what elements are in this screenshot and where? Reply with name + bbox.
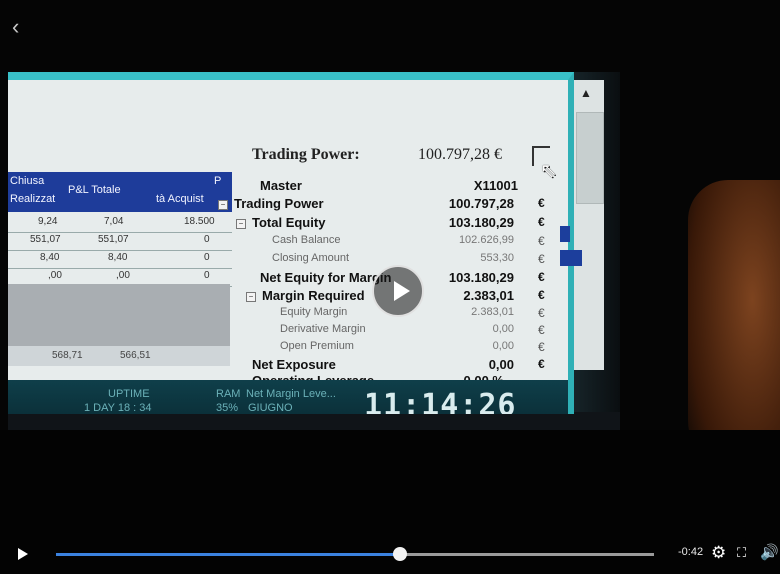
window-edge — [560, 250, 582, 266]
header-chiusa: Chiusa — [10, 175, 45, 187]
table-totals-row: 568,71 566,51 — [8, 346, 230, 366]
time-remaining: -0:42 — [678, 546, 704, 558]
total-equity-label: Total Equity — [252, 215, 326, 230]
closing-amount-label: Closing Amount — [272, 252, 350, 264]
total-cell: 566,51 — [120, 350, 151, 361]
cell: 8,40 — [40, 252, 60, 263]
collapse-toggle[interactable]: − — [218, 200, 228, 210]
scroll-thumb[interactable] — [576, 112, 604, 204]
system-taskbar: UPTIME 1 DAY 18 : 34 RAM 35% Net Margin … — [8, 380, 568, 414]
uptime-label: UPTIME — [108, 388, 150, 400]
fullscreen-icon[interactable]: ⛶ — [737, 545, 746, 561]
cell: 551,07 — [98, 234, 129, 245]
cell: 7,04 — [104, 216, 124, 227]
currency: € — [538, 340, 545, 354]
cash-balance-value: 102.626,99 — [458, 234, 514, 246]
cell: 9,24 — [38, 216, 58, 227]
currency: € — [538, 196, 545, 210]
currency: € — [538, 215, 545, 229]
open-premium-value: 0,00 — [492, 340, 514, 352]
date-label: GIUGNO — [248, 402, 293, 414]
progress-bar[interactable] — [56, 547, 654, 561]
progress-fill — [56, 553, 400, 556]
trading-power-row-label: Trading Power — [234, 196, 324, 211]
header-pl-totale: P&L Totale — [68, 184, 121, 196]
mouse-cursor-icon: ⇖ — [540, 160, 557, 182]
video-player: ‹ Chiusa Realizzat P&L Totale P tà Acqui… — [0, 0, 780, 574]
table-row[interactable]: 9,24 7,04 18.500 — [8, 214, 232, 233]
currency: € — [538, 288, 545, 302]
cell: 0 — [204, 252, 210, 263]
clock: 11:14:26 — [364, 388, 517, 414]
cash-balance-label: Cash Balance — [272, 234, 341, 246]
scroll-up-icon[interactable]: ▲ — [580, 86, 592, 100]
closing-amount-value: 553,30 — [480, 252, 514, 264]
open-premium-label: Open Premium — [280, 340, 354, 352]
table-header: Chiusa Realizzat P&L Totale P tà Acquist — [8, 172, 232, 212]
gear-icon[interactable]: ⚙ — [711, 543, 726, 563]
cell: 8,40 — [108, 252, 128, 263]
currency: € — [538, 306, 545, 320]
chevron-left-icon[interactable]: ‹ — [12, 16, 19, 38]
margin-required-label: Margin Required — [262, 288, 365, 303]
progress-knob[interactable] — [392, 547, 407, 561]
derivative-margin-value: 0,00 — [492, 323, 514, 335]
collapse-toggle[interactable]: − — [246, 292, 256, 302]
trading-power-row-value: 100.797,28 — [448, 196, 514, 211]
volume-icon[interactable]: 🔊 — [760, 543, 779, 561]
cell: 18.500 — [184, 216, 215, 227]
net-equity-value: 103.180,29 — [448, 270, 514, 285]
derivative-margin-label: Derivative Margin — [280, 323, 366, 335]
header-realizzat: Realizzat — [10, 193, 56, 205]
currency: € — [538, 323, 545, 337]
collapse-toggle[interactable]: − — [236, 219, 246, 229]
table-row[interactable]: 8,40 8,40 0 — [8, 250, 232, 269]
cell: ,00 — [116, 270, 130, 281]
window-edge — [560, 226, 570, 242]
total-cell: 568,71 — [52, 350, 83, 361]
ram-label: RAM — [216, 388, 241, 400]
net-exposure-value: 0,00 — [488, 357, 514, 372]
header-p: P — [214, 175, 222, 187]
trading-power-value: 100.797,28 € — [418, 146, 502, 163]
trading-power-label: Trading Power: — [252, 146, 360, 163]
master-label: Master — [260, 178, 302, 193]
uptime-value: 1 DAY 18 : 34 — [84, 402, 152, 414]
currency: € — [538, 270, 545, 284]
ram-value: 35% — [216, 402, 239, 414]
cell: 0 — [204, 270, 210, 281]
equity-margin-label: Equity Margin — [280, 306, 348, 318]
net-equity-label: Net Equity for Margin — [260, 270, 392, 285]
table-row[interactable]: 551,07 551,07 0 — [8, 232, 232, 251]
net-margin-leverage-label: Net Margin Leve... — [246, 388, 336, 400]
currency: € — [538, 252, 545, 266]
equity-margin-value: 2.383,01 — [471, 306, 514, 318]
cell: 551,07 — [30, 234, 61, 245]
margin-required-value: 2.383,01 — [463, 288, 514, 303]
net-exposure-label: Net Exposure — [252, 357, 336, 372]
header-acquist: tà Acquist — [156, 193, 204, 205]
currency: € — [538, 357, 545, 371]
monitor-screen: Chiusa Realizzat P&L Totale P tà Acquist… — [8, 72, 574, 414]
currency: € — [538, 234, 545, 248]
play-icon[interactable] — [372, 265, 424, 317]
master-value: X11001 — [473, 178, 518, 193]
total-equity-value: 103.180,29 — [448, 215, 514, 230]
empty-table-area — [8, 284, 230, 346]
cell: 0 — [204, 234, 210, 245]
play-icon[interactable] — [18, 548, 28, 560]
cell: ,00 — [48, 270, 62, 281]
